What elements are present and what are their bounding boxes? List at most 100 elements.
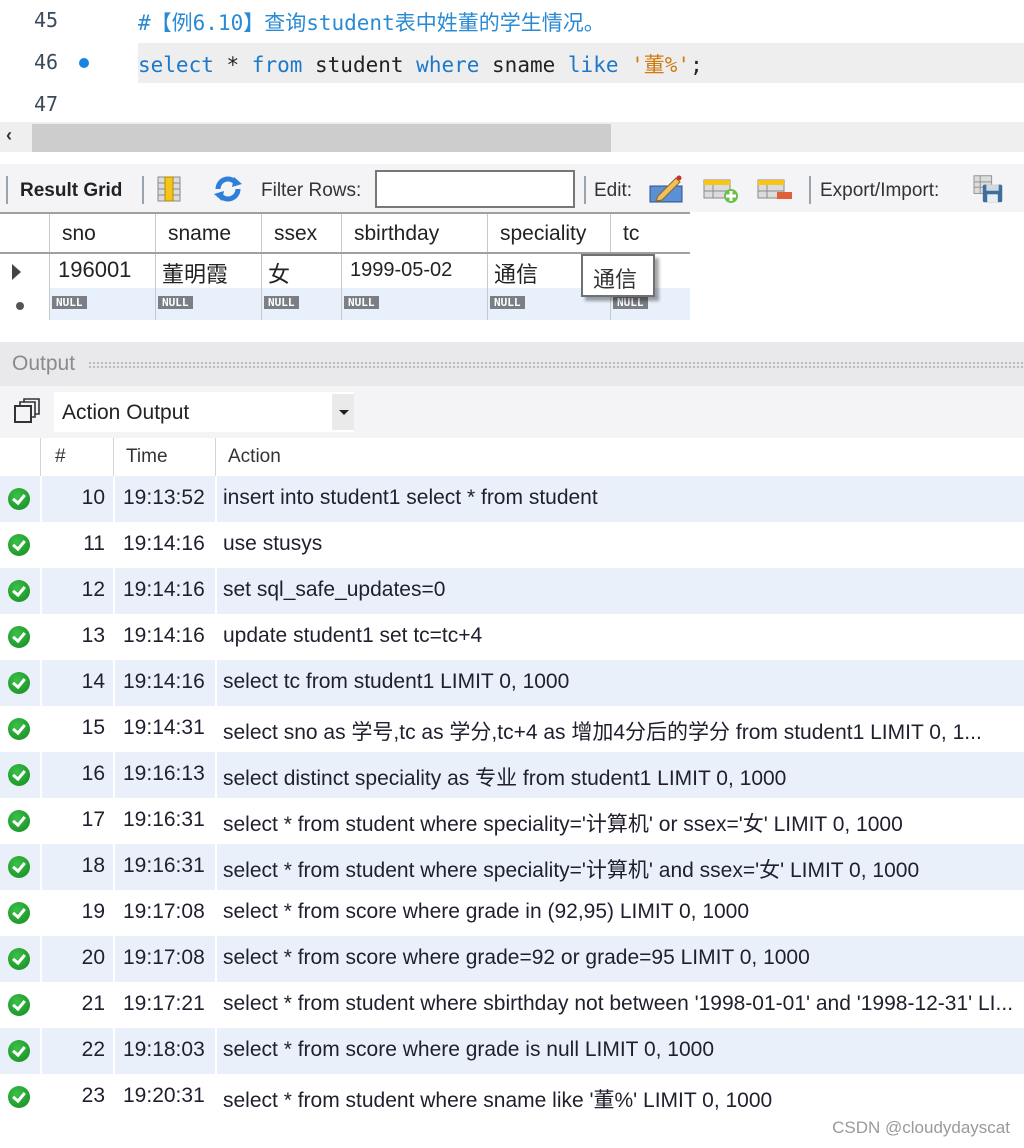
column-header-tc[interactable]: tc <box>610 214 690 252</box>
column-header-ssex[interactable]: ssex <box>261 214 341 252</box>
sql-keyword: select <box>138 53 214 77</box>
success-check-icon <box>8 994 30 1016</box>
sql-text: * <box>213 53 252 77</box>
output-row[interactable]: 22 19:18:03 select * from score where grad… <box>0 1028 1024 1074</box>
row-time: 19:14:31 <box>113 706 215 752</box>
row-action: select * from student where speciality='… <box>215 798 1024 844</box>
toolbar-divider <box>809 176 811 204</box>
edit-cell-icon[interactable] <box>648 174 686 204</box>
filter-rows-input[interactable] <box>375 170 575 208</box>
output-row[interactable]: 12 19:14:16 set sql_safe_updates=0 <box>0 568 1024 614</box>
row-number: 20 <box>40 936 113 982</box>
row-number: 18 <box>40 844 113 890</box>
copy-icon[interactable] <box>14 398 40 424</box>
output-row[interactable]: 13 19:14:16 update student1 set tc=tc+4 <box>0 614 1024 660</box>
cell-sname[interactable]: 董明霞 <box>155 254 261 288</box>
column-header-action[interactable]: Action <box>215 438 1024 476</box>
cell-sno[interactable]: 196001 <box>49 254 155 288</box>
cell-tooltip: 通信 <box>581 254 655 297</box>
row-time: 19:18:03 <box>113 1028 215 1074</box>
output-row[interactable]: 14 19:14:16 select tc from student1 LIMIT … <box>0 660 1024 706</box>
row-action: select * from student where sbirthday no… <box>215 982 1024 1028</box>
sql-text: sname <box>479 53 568 77</box>
success-check-icon <box>8 948 30 970</box>
column-header-sno[interactable]: sno <box>49 214 155 252</box>
success-check-icon <box>8 626 30 648</box>
result-toolbar: Result Grid Filter Rows: Edit: Export/Im… <box>0 164 1024 212</box>
output-row[interactable]: 20 19:17:08 select * from score where grad… <box>0 936 1024 982</box>
sql-editor[interactable]: 45 #【例6.10】查询student表中姓董的学生情况。 46 select… <box>0 0 1024 122</box>
row-selector[interactable] <box>0 254 49 288</box>
scrollbar-thumb[interactable] <box>32 124 611 152</box>
output-row[interactable]: 23 19:20:31 select * from student where sn… <box>0 1074 1024 1120</box>
column-header-time[interactable]: Time <box>113 438 215 476</box>
cell-sbirthday[interactable]: 1999-05-02 <box>341 254 487 288</box>
column-header-speciality[interactable]: speciality <box>487 214 610 252</box>
cell-null[interactable]: NULL <box>341 288 487 320</box>
current-row-arrow-icon <box>12 264 21 280</box>
panel-drag-grip[interactable] <box>88 361 1024 369</box>
output-row[interactable]: 10 19:13:52 insert into student1 select * … <box>0 476 1024 522</box>
editor-horizontal-scrollbar[interactable]: ‹ <box>0 122 1024 152</box>
refresh-icon[interactable] <box>212 174 244 204</box>
cell-null[interactable]: NULL <box>49 288 155 320</box>
success-check-icon <box>8 902 30 924</box>
row-time: 19:16:13 <box>113 752 215 798</box>
filter-rows-label: Filter Rows: <box>261 180 362 201</box>
row-action: select tc from student1 LIMIT 0, 1000 <box>215 660 1024 706</box>
sql-text: student <box>302 53 417 77</box>
column-header-sbirthday[interactable]: sbirthday <box>341 214 487 252</box>
cell-ssex[interactable]: 女 <box>261 254 341 288</box>
code-line-47[interactable]: 47 <box>0 84 1024 126</box>
sql-statement: select * from student where sname like '… <box>138 49 703 79</box>
row-selector[interactable] <box>0 288 49 320</box>
output-toolbar: Action Output <box>0 386 1024 438</box>
output-row[interactable]: 11 19:14:16 use stusys <box>0 522 1024 568</box>
row-time: 19:16:31 <box>113 844 215 890</box>
output-row[interactable]: 16 19:16:13 select distinct speciality as … <box>0 752 1024 798</box>
export-save-icon[interactable] <box>970 174 1008 204</box>
chevron-down-icon[interactable] <box>332 394 354 430</box>
cell-null[interactable]: NULL <box>155 288 261 320</box>
output-row[interactable]: 17 19:16:31 select * from student where sp… <box>0 798 1024 844</box>
output-type-value: Action Output <box>62 401 190 424</box>
column-header-number[interactable]: # <box>40 438 113 476</box>
row-time: 19:14:16 <box>113 522 215 568</box>
code-line-45[interactable]: 45 #【例6.10】查询student表中姓董的学生情况。 <box>0 0 1024 42</box>
cell-null[interactable]: NULL <box>261 288 341 320</box>
add-row-icon[interactable] <box>702 174 740 204</box>
output-row[interactable]: 18 19:16:31 select * from student where sp… <box>0 844 1024 890</box>
column-header-sname[interactable]: sname <box>155 214 261 252</box>
line-number: 46 <box>34 50 59 74</box>
row-action: select * from score where grade=92 or gr… <box>215 936 1024 982</box>
output-row[interactable]: 15 19:14:31 select sno as 学号,tc as 学分,tc+4… <box>0 706 1024 752</box>
output-row[interactable]: 19 19:17:08 select * from score where grad… <box>0 890 1024 936</box>
output-row[interactable]: 21 19:17:21 select * from student where sb… <box>0 982 1024 1028</box>
line-number: 45 <box>34 8 59 32</box>
row-number: 12 <box>40 568 113 614</box>
row-time: 19:16:31 <box>113 798 215 844</box>
row-number: 23 <box>40 1074 113 1120</box>
delete-row-icon[interactable] <box>756 174 794 204</box>
result-grid-tab[interactable]: Result Grid <box>20 180 122 202</box>
statement-marker-icon <box>79 58 89 68</box>
sql-text: ; <box>690 53 703 77</box>
row-time: 19:13:52 <box>113 476 215 522</box>
row-action: set sql_safe_updates=0 <box>215 568 1024 614</box>
code-line-46[interactable]: 46 select * from student where sname lik… <box>0 42 1024 84</box>
row-time: 19:17:21 <box>113 982 215 1028</box>
sql-keyword: where <box>416 53 480 77</box>
toolbar-divider <box>584 176 586 204</box>
scroll-left-icon[interactable]: ‹ <box>6 125 12 146</box>
form-editor-icon[interactable] <box>155 174 187 204</box>
success-check-icon <box>8 1040 30 1062</box>
sql-string: '董%' <box>631 53 691 77</box>
sql-keyword: like <box>567 53 619 77</box>
row-action: select sno as 学号,tc as 学分,tc+4 as 增加4分后的… <box>215 706 1024 752</box>
output-type-select[interactable]: Action Output <box>54 392 354 432</box>
output-header-row: # Time Action <box>0 438 1024 476</box>
row-time: 19:20:31 <box>113 1074 215 1120</box>
row-number: 15 <box>40 706 113 752</box>
edit-label: Edit: <box>594 180 633 201</box>
